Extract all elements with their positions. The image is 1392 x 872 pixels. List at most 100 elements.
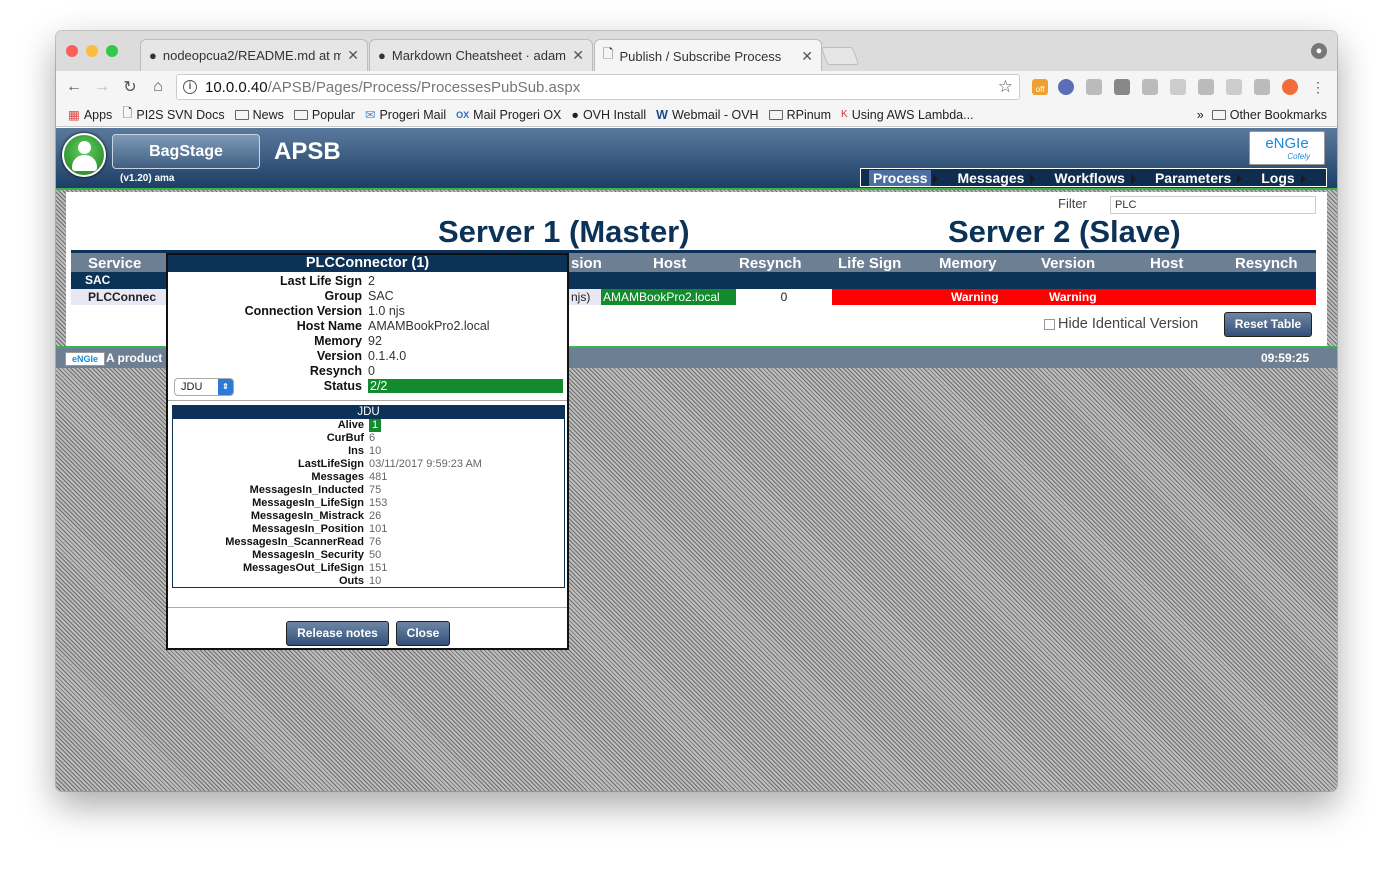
plc-connector-dialog: PLCConnector (1) Last Life Sign 2 Group SA… <box>166 253 569 650</box>
tab-markdown[interactable]: ● Markdown Cheatsheet · adam ✕ <box>369 39 593 71</box>
col-service[interactable]: Service <box>88 255 141 272</box>
cell-version2: Warning <box>1049 290 1097 304</box>
stat-alive: Alive 1 <box>173 419 564 432</box>
menu-messages[interactable]: Messages <box>953 170 1036 186</box>
tab-readme[interactable]: ● nodeopcua2/README.md at m ✕ <box>140 39 368 71</box>
bookmarks-bar: ▦ Apps 🗋 PI2S SVN Docs News Popular ✉ Proge… <box>56 103 1337 127</box>
col-host2[interactable]: Host <box>1150 255 1183 272</box>
extension-icon[interactable] <box>1282 79 1298 95</box>
bookmark-news[interactable]: News <box>234 108 284 122</box>
extension-icon[interactable] <box>1086 79 1102 95</box>
reload-icon[interactable]: ↻ <box>116 77 144 97</box>
mail-icon: ✉ <box>364 108 376 122</box>
folder-icon <box>293 109 308 120</box>
field-group: Group SAC <box>324 289 394 303</box>
bookmark-rpinum[interactable]: RPinum <box>768 108 831 122</box>
bagstage-button[interactable]: BagStage <box>112 134 260 169</box>
bookmark-popular[interactable]: Popular <box>293 108 355 122</box>
col-version2[interactable]: Version <box>1041 255 1095 272</box>
hide-identical-checkbox[interactable]: Hide Identical Version <box>1044 316 1198 332</box>
footer-clock: 09:59:25 <box>1260 351 1309 365</box>
field-connection-version: Connection Version 1.0 njs <box>244 304 405 318</box>
bookmark-aws-lambda[interactable]: K Using AWS Lambda... <box>841 108 974 122</box>
back-icon[interactable]: ← <box>60 78 88 96</box>
user-avatar-icon[interactable] <box>62 133 106 177</box>
menu-workflows[interactable]: Workflows <box>1050 170 1136 186</box>
address-bar[interactable]: i 10.0.0.40/APSB/Pages/Process/Processes… <box>176 74 1020 100</box>
close-tab-icon[interactable]: ✕ <box>347 47 359 64</box>
folder-icon <box>1211 109 1226 120</box>
bookmark-other[interactable]: Other Bookmarks <box>1211 108 1327 122</box>
footer-product: A product <box>106 351 163 365</box>
extension-icon[interactable] <box>1170 79 1186 95</box>
ox-icon: OX <box>456 109 470 120</box>
menu-logs[interactable]: Logs <box>1257 170 1307 186</box>
stat-curbuf: CurBuf 6 <box>326 432 376 444</box>
reset-table-button[interactable]: Reset Table <box>1224 312 1312 337</box>
bookmark-progeri-ox[interactable]: OX Mail Progeri OX <box>456 108 561 122</box>
col-resynch2[interactable]: Resynch <box>1235 255 1298 272</box>
field-version: Version 0.1.4.0 <box>316 349 407 363</box>
cell-service: PLCConnec <box>88 290 157 304</box>
tab-pubsub[interactable]: 🗋 Publish / Subscribe Process ✕ <box>594 39 822 72</box>
close-tab-icon[interactable]: ✕ <box>572 47 584 64</box>
col-lifesign2[interactable]: Life Sign <box>838 255 901 272</box>
col-memory2[interactable]: Memory <box>939 255 997 272</box>
window-controls <box>66 45 118 57</box>
bookmark-apps[interactable]: ▦ Apps <box>68 107 112 123</box>
instance-select[interactable]: JDU ⇕ <box>174 378 234 396</box>
apps-grid-icon: ▦ <box>68 108 80 122</box>
cell-resynch1: 0 <box>736 289 832 305</box>
browser-toolbar: ← → ↻ ⌂ i 10.0.0.40/APSB/Pages/Process/P… <box>56 71 1337 103</box>
server1-title: Server 1 (Master) <box>438 214 690 249</box>
col-version1[interactable]: sion <box>571 255 602 272</box>
stat-in-inducted: MessagesIn_Inducted 75 <box>249 484 382 496</box>
close-button[interactable]: Close <box>396 621 450 646</box>
extension-icon[interactable] <box>1114 79 1130 95</box>
extension-off-icon[interactable]: off <box>1032 79 1048 95</box>
close-tab-icon[interactable]: ✕ <box>801 48 813 65</box>
bookmark-webmail-ovh[interactable]: W Webmail - OVH <box>656 108 758 122</box>
apple-icon[interactable] <box>1198 79 1214 95</box>
stat-lastlifesign: LastLifeSign 03/11/2017 9:59:23 AM <box>297 458 482 470</box>
document-icon: 🗋 <box>603 46 614 61</box>
close-window-button[interactable] <box>66 45 78 57</box>
new-tab-button[interactable] <box>820 47 860 65</box>
release-notes-button[interactable]: Release notes <box>286 621 389 646</box>
extension-icon[interactable] <box>1226 79 1242 95</box>
github-icon: ● <box>571 107 579 122</box>
stat-ins: Ins 10 <box>348 445 382 457</box>
cell-memory2: Warning <box>951 290 999 304</box>
zoom-window-button[interactable] <box>106 45 118 57</box>
jdu-title: JDU <box>173 406 564 419</box>
tab-strip: ● nodeopcua2/README.md at m ✕ ● Markdown… <box>56 31 1337 72</box>
stat-outs: Outs 10 <box>338 575 382 587</box>
extension-icon[interactable] <box>1058 79 1074 95</box>
divider <box>168 400 567 401</box>
col-host1[interactable]: Host <box>653 255 686 272</box>
menu-kebab-icon[interactable]: ⋮ <box>1310 79 1326 95</box>
bookmark-pi2s[interactable]: 🗋 PI2S SVN Docs <box>122 104 224 125</box>
filter-input[interactable] <box>1110 196 1316 214</box>
angular-icon[interactable] <box>1254 79 1270 95</box>
home-icon[interactable]: ⌂ <box>144 78 172 96</box>
stat-messages: Messages 481 <box>311 471 388 483</box>
forward-icon[interactable]: → <box>88 78 116 96</box>
menu-parameters[interactable]: Parameters <box>1151 170 1243 186</box>
profile-icon[interactable]: ● <box>1311 43 1327 59</box>
menu-process[interactable]: Process <box>869 169 940 186</box>
bookmark-progeri-mail[interactable]: ✉ Progeri Mail <box>364 107 446 123</box>
bookmarks-overflow-button[interactable]: » <box>1197 108 1204 122</box>
footer-logo: eNGIe <box>65 352 105 366</box>
bookmark-star-icon[interactable]: ☆ <box>998 77 1013 97</box>
folder-icon <box>768 109 783 120</box>
extension-icon[interactable] <box>1142 79 1158 95</box>
checkbox-icon[interactable] <box>1044 318 1055 330</box>
col-resynch1[interactable]: Resynch <box>739 255 802 272</box>
page-body: BagStage (v1.20) ama APSB eNGIe Cofely Pr… <box>56 128 1337 791</box>
engie-logo: eNGIe Cofely <box>1249 131 1325 165</box>
info-icon[interactable]: i <box>183 80 197 94</box>
minimize-window-button[interactable] <box>86 45 98 57</box>
bookmark-ovh-install[interactable]: ● OVH Install <box>571 108 646 122</box>
stat-out-lifesign: MessagesOut_LifeSign 151 <box>242 562 388 574</box>
